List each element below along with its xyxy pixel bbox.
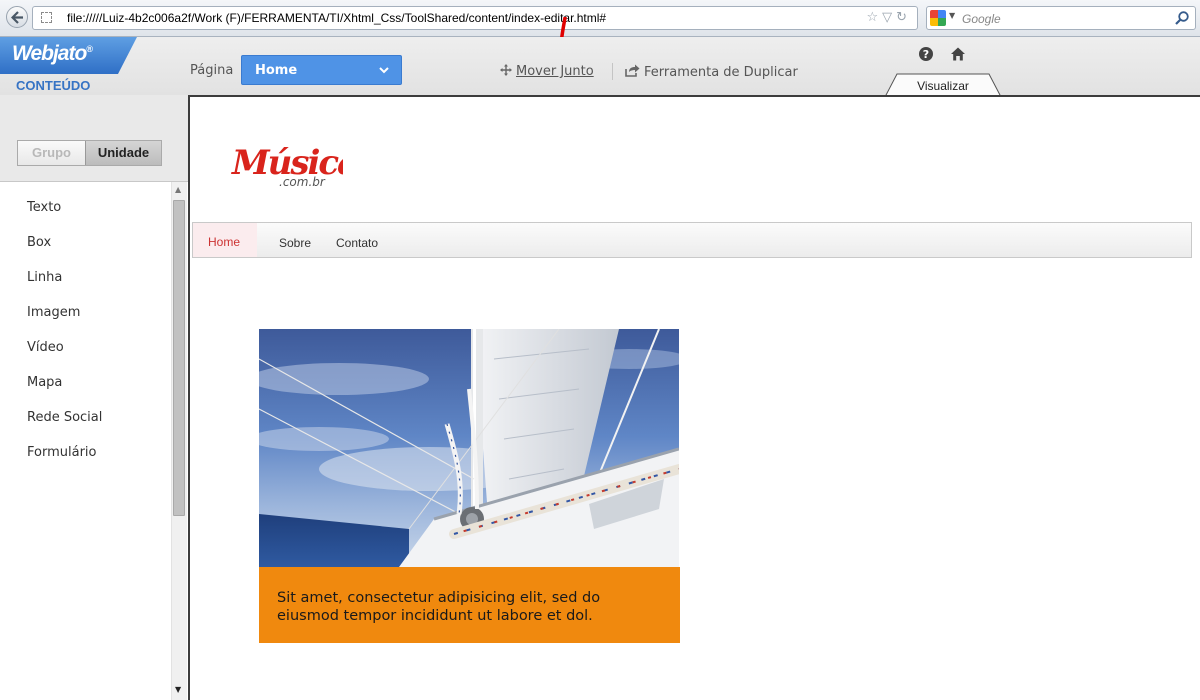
- group-unit-toggle[interactable]: Grupo Unidade: [17, 140, 162, 166]
- google-icon[interactable]: [930, 10, 946, 26]
- search-box[interactable]: ▼ Google: [926, 6, 1196, 30]
- url-text[interactable]: file://///Luiz-4b2c006a2f/Work (F)/FERRA…: [67, 11, 606, 25]
- site-nav-about[interactable]: Sobre: [279, 236, 311, 250]
- site-nav-home[interactable]: Home: [193, 223, 257, 257]
- page-select-value: Home: [255, 63, 298, 78]
- chevron-down-icon[interactable]: ▼: [949, 11, 955, 20]
- caption-text: Sit amet, consectetur adipisicing elit, …: [277, 589, 667, 625]
- group-toggle-option[interactable]: Grupo: [18, 141, 85, 165]
- element-item-video[interactable]: Vídeo: [27, 340, 102, 375]
- site-nav-home-label: Home: [208, 235, 241, 249]
- svg-text:.com.br: .com.br: [279, 175, 326, 189]
- element-list: Texto Box Linha Imagem Vídeo Mapa Rede S…: [27, 200, 102, 480]
- caption-line-1: Sit amet, consectetur adipisicing elit, …: [277, 590, 601, 606]
- element-item-social[interactable]: Rede Social: [27, 410, 102, 445]
- duplicate-tool-button[interactable]: Ferramenta de Duplicar: [625, 64, 798, 80]
- duplicate-tool-label: Ferramenta de Duplicar: [644, 65, 798, 80]
- home-icon[interactable]: [950, 46, 966, 62]
- back-arrow-icon: [11, 11, 23, 24]
- site-nav-contact[interactable]: Contato: [336, 236, 378, 250]
- bookmark-star-icon[interactable]: ☆▽↻: [866, 10, 911, 25]
- webjato-logo[interactable]: Webjato®: [12, 42, 93, 66]
- scroll-up-icon[interactable]: ▲: [175, 185, 181, 194]
- search-input[interactable]: Google: [962, 12, 1001, 26]
- share-icon: [625, 64, 640, 77]
- page-label: Página: [190, 63, 234, 78]
- site-nav-bar: Home Sobre Contato: [192, 222, 1192, 258]
- element-item-map[interactable]: Mapa: [27, 375, 102, 410]
- address-bar[interactable]: file://///Luiz-4b2c006a2f/Work (F)/FERRA…: [32, 6, 918, 30]
- search-icon[interactable]: [1174, 10, 1190, 26]
- caption-line-2: eiusmod tempor incididunt ut labore et d…: [277, 608, 593, 624]
- preview-tab-label[interactable]: Visualizar: [885, 79, 1001, 93]
- svg-text:?: ?: [923, 48, 929, 61]
- page-icon: [41, 12, 52, 23]
- section-title: CONTEÚDO: [16, 78, 91, 93]
- scroll-down-icon[interactable]: ▼: [175, 685, 181, 694]
- element-item-text[interactable]: Texto: [27, 200, 102, 235]
- back-button[interactable]: [6, 6, 28, 28]
- sailboat-photo[interactable]: [259, 329, 679, 567]
- app-toolbar: [0, 37, 1200, 95]
- move-together-button[interactable]: Mover Junto: [500, 64, 594, 79]
- help-icon[interactable]: ?: [918, 46, 934, 62]
- site-logo[interactable]: Música .com.br: [231, 134, 343, 194]
- element-item-line[interactable]: Linha: [27, 270, 102, 305]
- element-item-form[interactable]: Formulário: [27, 445, 102, 480]
- panel-divider: [0, 181, 188, 182]
- chevron-down-icon: [379, 67, 389, 74]
- element-item-box[interactable]: Box: [27, 235, 102, 270]
- browser-toolbar: file://///Luiz-4b2c006a2f/Work (F)/FERRA…: [0, 0, 1200, 37]
- page-select[interactable]: Home: [241, 55, 402, 85]
- toolbar-divider: [612, 63, 613, 80]
- unit-toggle-option[interactable]: Unidade: [85, 141, 161, 165]
- move-icon: [500, 64, 512, 76]
- panel-scrollbar[interactable]: ▲ ▼: [171, 182, 187, 700]
- photo-caption[interactable]: Sit amet, consectetur adipisicing elit, …: [259, 567, 680, 643]
- move-together-label: Mover Junto: [516, 64, 594, 79]
- element-item-image[interactable]: Imagem: [27, 305, 102, 340]
- scrollbar-thumb[interactable]: [173, 200, 185, 516]
